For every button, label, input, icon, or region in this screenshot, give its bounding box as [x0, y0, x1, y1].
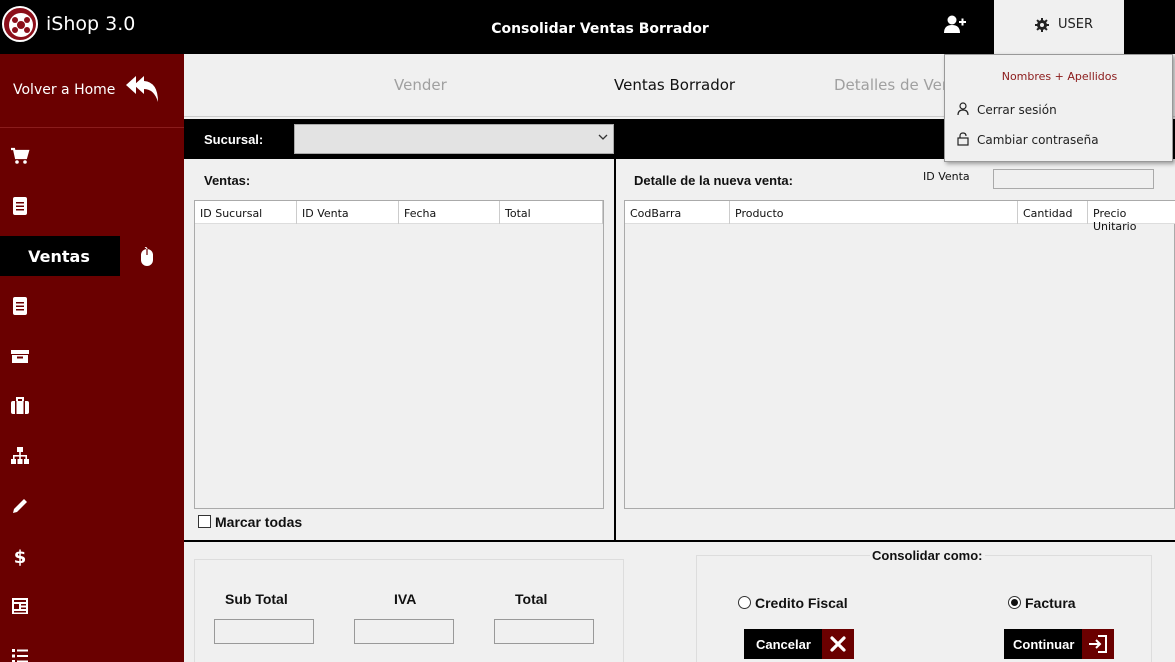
change-password-label: Cambiar contraseña: [977, 133, 1099, 147]
person-icon: [957, 102, 969, 116]
inbox-icon[interactable]: [10, 346, 30, 366]
column-header[interactable]: Precio Unitario: [1088, 201, 1175, 233]
tab-vender[interactable]: Vender: [394, 76, 447, 94]
list-icon[interactable]: [10, 646, 30, 662]
sitemap-icon[interactable]: [10, 446, 30, 466]
tab-ventas-borrador[interactable]: Ventas Borrador: [614, 76, 735, 94]
top-bar: iShop 3.0 Consolidar Ventas Borrador USE…: [0, 0, 1175, 54]
consolidar-title: Consolidar como:: [870, 548, 985, 563]
horizontal-divider: [184, 540, 1175, 542]
svg-text:$: $: [14, 547, 27, 566]
reply-all-icon: [126, 76, 158, 102]
iva-label: IVA: [394, 591, 417, 607]
cancel-button[interactable]: Cancelar: [744, 629, 854, 659]
subtotal-label: Sub Total: [225, 591, 288, 607]
back-home-label: Volver a Home: [13, 82, 116, 98]
factura-radio[interactable]: [1008, 596, 1021, 609]
totals-group: [194, 559, 624, 662]
column-header[interactable]: ID Sucursal: [195, 201, 297, 224]
vertical-divider: [614, 159, 616, 541]
cancel-label: Cancelar: [756, 637, 811, 652]
close-icon: [822, 629, 854, 659]
cart-icon[interactable]: [10, 146, 30, 166]
change-password-menu-item[interactable]: Cambiar contraseña: [957, 131, 1157, 149]
select-all-label[interactable]: Marcar todas: [215, 514, 302, 530]
sidebar-item-ventas-label: Ventas: [28, 247, 90, 266]
column-header[interactable]: ID Venta: [297, 201, 399, 224]
briefcase-icon[interactable]: [10, 396, 30, 416]
column-header[interactable]: CodBarra: [625, 201, 730, 224]
detalle-grid-header: CodBarra Producto Cantidad Precio Unitar…: [625, 201, 1175, 233]
continue-label: Continuar: [1013, 637, 1075, 652]
credito-fiscal-label[interactable]: Credito Fiscal: [755, 595, 848, 611]
lock-icon: [957, 132, 969, 146]
app-window: iShop 3.0 Consolidar Ventas Borrador USE…: [0, 0, 1175, 662]
document-icon[interactable]: [10, 196, 30, 216]
logout-menu-item[interactable]: Cerrar sesión: [957, 101, 1157, 119]
column-header[interactable]: Fecha: [399, 201, 500, 224]
subtotal-field[interactable]: [214, 619, 314, 644]
factura-label[interactable]: Factura: [1025, 595, 1076, 611]
newspaper-icon[interactable]: [10, 596, 30, 616]
sign-in-icon: [1082, 629, 1114, 659]
add-user-icon[interactable]: [944, 15, 966, 35]
ventas-grid-header: ID Sucursal ID Venta Fecha Total: [195, 201, 603, 224]
document-icon[interactable]: [10, 296, 30, 316]
detalle-grid[interactable]: CodBarra Producto Cantidad Precio Unitar…: [624, 200, 1175, 509]
back-home-link[interactable]: Volver a Home: [0, 54, 184, 128]
pencil-icon[interactable]: [10, 496, 30, 516]
gear-icon: [1035, 18, 1049, 32]
continue-button[interactable]: Continuar: [1004, 629, 1114, 659]
select-all-checkbox[interactable]: [198, 515, 211, 528]
user-menu: Nombres + Apellidos Cerrar sesión Cambia…: [944, 54, 1173, 162]
total-field[interactable]: [494, 619, 594, 644]
user-full-name: Nombres + Apellidos: [1001, 70, 1118, 83]
ventas-title: Ventas:: [204, 173, 251, 188]
dollar-icon[interactable]: $: [10, 546, 30, 566]
logout-label: Cerrar sesión: [977, 103, 1057, 117]
column-header[interactable]: Producto: [730, 201, 1018, 224]
credito-fiscal-radio[interactable]: [738, 596, 751, 609]
id-venta-field[interactable]: [993, 169, 1154, 189]
detalle-title: Detalle de la nueva venta:: [634, 173, 793, 188]
id-venta-label: ID Venta: [923, 170, 970, 183]
sidebar-item-ventas[interactable]: Ventas: [0, 236, 120, 276]
sidebar: Volver a Home Ventas $: [0, 54, 184, 662]
column-header[interactable]: Cantidad: [1018, 201, 1088, 224]
user-button[interactable]: USER: [994, 0, 1124, 54]
ventas-grid[interactable]: ID Sucursal ID Venta Fecha Total: [194, 200, 604, 509]
sucursal-select[interactable]: [294, 124, 614, 154]
chevron-down-icon: [598, 134, 608, 140]
mouse-icon: [141, 247, 153, 266]
total-label: Total: [515, 591, 548, 607]
column-header[interactable]: Total: [500, 201, 603, 224]
iva-field[interactable]: [354, 619, 454, 644]
sucursal-label: Sucursal:: [204, 132, 264, 147]
user-label: USER: [1058, 17, 1094, 32]
